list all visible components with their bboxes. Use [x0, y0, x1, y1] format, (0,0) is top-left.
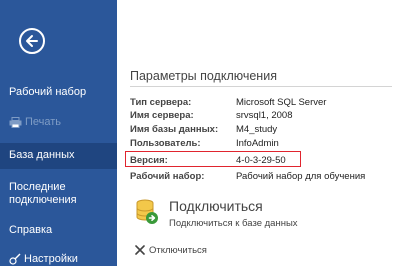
sidebar-item-label: Последние подключения [9, 181, 77, 206]
connect-subtitle: Подключиться к базе данных [169, 218, 298, 229]
sidebar-item-label: Настройки [24, 253, 78, 265]
database-connect-icon [136, 199, 158, 224]
workset-value: Рабочий набор для обучения [236, 171, 366, 182]
main-panel: Параметры подключения Тип сервера: Micro… [117, 0, 400, 266]
server-type-value: Microsoft SQL Server [236, 97, 327, 108]
sidebar: Рабочий набор Печать База данных Последн… [0, 0, 117, 266]
disconnect-label: Отключиться [149, 245, 207, 256]
sidebar-item-database[interactable]: База данных [0, 143, 117, 169]
back-button[interactable] [19, 28, 45, 54]
version-highlight-box [125, 151, 301, 167]
close-x-icon [135, 245, 145, 255]
printer-icon [9, 116, 22, 128]
section-divider [130, 86, 392, 87]
sidebar-item-recent[interactable]: Последние подключения [0, 181, 80, 207]
sidebar-item-help[interactable]: Справка [0, 224, 117, 237]
section-title: Параметры подключения [130, 69, 277, 83]
server-type-label: Тип сервера: [130, 97, 192, 108]
workset-label: Рабочий набор: [130, 171, 205, 182]
connect-button[interactable]: Подключиться Подключиться к базе данных [129, 196, 299, 234]
sidebar-item-workset[interactable]: Рабочий набор [0, 86, 117, 99]
arrow-left-circle-icon [26, 35, 38, 47]
sidebar-item-label: Справка [9, 224, 53, 236]
connect-title: Подключиться [169, 198, 263, 214]
sidebar-item-settings[interactable]: Настройки [0, 253, 117, 266]
settings-icon [9, 253, 21, 265]
sidebar-item-label: Печать [25, 116, 62, 128]
server-name-value: srvsql1, 2008 [236, 110, 293, 121]
database-name-value: M4_study [236, 124, 278, 135]
database-name-label: Имя базы данных: [130, 124, 219, 135]
user-value: InfoAdmin [236, 138, 279, 149]
sidebar-item-label: Рабочий набор [9, 86, 87, 98]
server-name-label: Имя сервера: [130, 110, 194, 121]
sidebar-item-print[interactable]: Печать [0, 116, 117, 129]
sidebar-item-label: База данных [9, 149, 75, 161]
user-label: Пользователь: [130, 138, 201, 149]
